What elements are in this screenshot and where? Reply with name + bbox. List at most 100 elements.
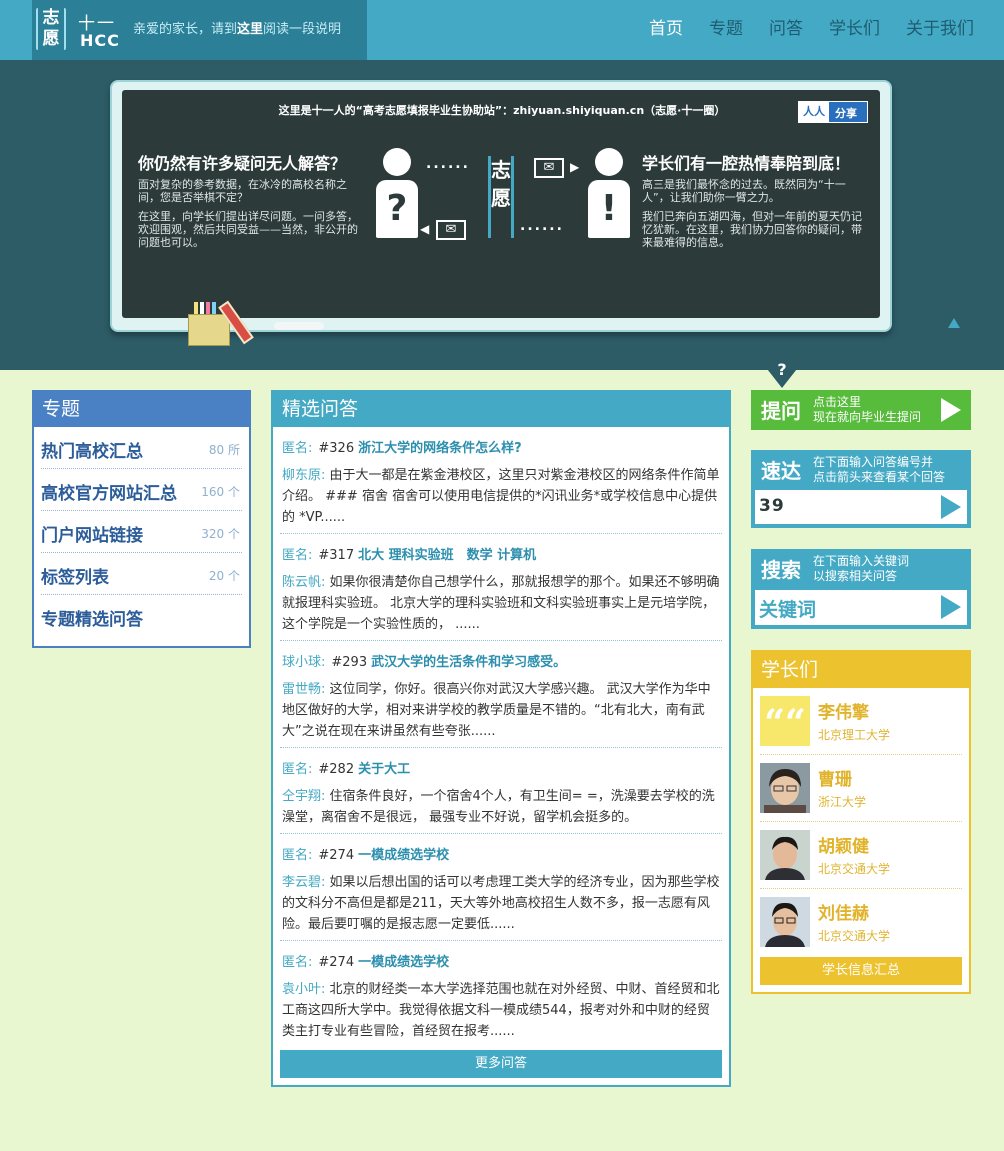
hero-title: 这里是十一人的“高考志愿填报毕业生协助站”：zhiyuan.shiyiquan.… (278, 104, 726, 117)
chalk-icon (212, 302, 216, 314)
notice-link[interactable]: 这里 (237, 22, 263, 37)
topic-label[interactable]: 标签列表 (41, 563, 109, 588)
logo-hcc: HCC (80, 31, 120, 50)
senior-item[interactable]: ““ 李伟擎 北京理工大学 (760, 688, 962, 755)
nav-qa[interactable]: 问答 (769, 0, 803, 60)
scroll-up-icon[interactable] (948, 318, 960, 328)
qa-question-link[interactable]: 关于大工 (358, 762, 410, 777)
play-arrow-icon[interactable] (941, 595, 961, 619)
qa-asker: 匿名: (282, 762, 313, 777)
senior-item[interactable]: 刘佳赫 北京交通大学 (760, 889, 962, 956)
topic-count: 80 所 (208, 443, 240, 457)
qa-number: #326 (318, 441, 355, 456)
qa-answer-author[interactable]: 柳东原: (282, 468, 325, 483)
topic-item[interactable]: 门户网站链接 320 个 (41, 511, 242, 553)
hero-left-p2: 在这里，向学长们提出详尽问题。一问多答，欢迎围观，然后共同受益——当然，非公开的… (138, 210, 358, 249)
qa-answer-author[interactable]: 雷世畅: (282, 682, 325, 697)
qa-answer-author[interactable]: 李云碧: (282, 875, 325, 890)
senior-school: 北京交通大学 (818, 929, 891, 943)
topic-item[interactable]: 热门高校汇总 80 所 (41, 427, 242, 469)
parent-notice: 亲爱的家长，请到这里阅读一段说明 (120, 0, 367, 60)
nav-topics[interactable]: 专题 (709, 0, 743, 60)
qa-question-link[interactable]: 武汉大学的生活条件和学习感受。 (371, 655, 566, 670)
topic-count: 160 个 (201, 485, 240, 499)
qa-question-link[interactable]: 一模成绩选学校 (358, 955, 449, 970)
avatar (760, 830, 810, 880)
qa-answer: 李云碧: 如果以后想出国的话可以考虑理工类大学的经济专业，因为那些学校的文科分不… (282, 875, 720, 932)
ask-big-label: 提问 (761, 399, 801, 423)
nav-seniors[interactable]: 学长们 (829, 0, 880, 60)
qa-question: 匿名: #317 北大 理科实验班 数学 计算机 (282, 544, 536, 563)
hero-left-heading: 你仍然有许多疑问无人解答？ (138, 154, 347, 173)
qa-asker: 匿名: (282, 955, 313, 970)
ask-question-widget[interactable]: 提问 点击这里 现在就向毕业生提问 (751, 390, 971, 430)
hero-left-p1: 面对复杂的参考数据，在冰冷的高校名称之间，您是否举棋不定？ (138, 178, 347, 204)
qa-answer: 柳东原: 由于大一都是在紫金港校区，这里只对紫金港校区的网络条件作简单介绍。 #… (282, 468, 720, 525)
topic-label[interactable]: 高校官方网站汇总 (41, 479, 177, 504)
qa-answer: 雷世畅: 这位同学，你好。很高兴你对武汉大学感兴趣。 武汉大学作为华中地区做好的… (282, 682, 711, 739)
avatar (760, 897, 810, 947)
asker-figure-icon: ? (376, 148, 418, 238)
qa-asker: 匿名: (282, 848, 313, 863)
senior-name[interactable]: 胡颖健 (818, 832, 869, 857)
blackboard: 这里是十一人的“高考志愿填报毕业生协助站”：zhiyuan.shiyiquan.… (122, 90, 880, 318)
senior-item[interactable]: 曹珊 浙江大学 (760, 755, 962, 822)
nav-about[interactable]: 关于我们 (906, 0, 974, 60)
avatar (760, 763, 810, 813)
share-label: 分享 (835, 107, 857, 120)
senior-name[interactable]: 曹珊 (818, 765, 852, 790)
search-big-label: 搜索 (761, 558, 801, 582)
zy-center-logo: 志愿 (488, 156, 514, 238)
qa-question: 球小球: #293 武汉大学的生活条件和学习感受。 (282, 651, 566, 670)
qa-answer-author[interactable]: 袁小叶: (282, 982, 325, 997)
senior-name[interactable]: 李伟擎 (818, 698, 869, 723)
topic-label[interactable]: 热门高校汇总 (41, 437, 143, 462)
qa-item: 匿名: #282 关于大工 仝宇翔: 住宿条件良好，一个宿舍4个人，有卫生间= =，… (280, 748, 722, 834)
play-arrow-icon[interactable] (941, 495, 961, 519)
quick-jump-widget: 速达 在下面输入问答编号并 点击箭头来查看某个回答 39 (751, 450, 971, 528)
topic-label[interactable]: 门户网站链接 (41, 521, 143, 546)
chalk-icon (194, 302, 198, 314)
qa-number: #282 (318, 762, 355, 777)
qa-asker[interactable]: 球小球: (282, 655, 325, 670)
qa-asker: 匿名: (282, 441, 313, 456)
keyword-placeholder: 关键词 (759, 599, 817, 621)
senior-name[interactable]: 刘佳赫 (818, 899, 869, 924)
topic-item[interactable]: 专题精选问答 (41, 595, 242, 637)
site-logo[interactable]: 志愿 十一 HCC (32, 0, 120, 60)
topic-label[interactable]: 专题精选问答 (41, 605, 143, 630)
qa-question-link[interactable]: 浙江大学的网络条件怎么样? (358, 441, 522, 456)
question-number-input[interactable]: 39 (755, 490, 967, 524)
qa-number: #293 (331, 655, 368, 670)
quick-big-label: 速达 (761, 459, 801, 483)
qa-answer-author[interactable]: 仝宇翔: (282, 789, 325, 804)
topic-item[interactable]: 高校官方网站汇总 160 个 (41, 469, 242, 511)
play-arrow-icon[interactable] (941, 398, 961, 422)
ask-hint: 点击这里 现在就向毕业生提问 (813, 395, 922, 424)
envelope-icon: ✉ (436, 220, 466, 240)
share-button[interactable]: 人人 分享 (798, 101, 868, 123)
qa-question: 匿名: #274 一模成绩选学校 (282, 951, 449, 970)
qa-item: 匿名: #274 一模成绩选学校 李云碧: 如果以后想出国的话可以考虑理工类大学的经… (280, 834, 722, 941)
senior-item[interactable]: 胡颖健 北京交通大学 (760, 822, 962, 889)
dots-bottom: ...... (520, 218, 564, 234)
senior-figure-icon: ! (588, 148, 630, 238)
seniors-panel: 学长们 ““ 李伟擎 北京理工大学 曹珊 浙江大学 胡颖健 北京交通大学 刘佳赫… (751, 650, 971, 994)
more-qa-button[interactable]: 更多问答 (280, 1050, 722, 1078)
qa-question-link[interactable]: 一模成绩选学校 (358, 848, 449, 863)
seniors-summary-button[interactable]: 学长信息汇总 (760, 957, 962, 985)
chalk-icon (206, 302, 210, 314)
keyword-input[interactable]: 关键词 (755, 590, 967, 625)
qa-answer-author[interactable]: 陈云帆: (282, 575, 325, 590)
question-number-value: 39 (759, 496, 785, 516)
nav-home[interactable]: 首页 (649, 0, 683, 60)
chalk-stick-icon (274, 322, 324, 330)
logo-zy: 志愿 (42, 8, 60, 49)
topic-count: 20 个 (208, 569, 240, 583)
topic-item[interactable]: 标签列表 20 个 (41, 553, 242, 595)
search-widget: 搜索 在下面输入关键词 以搜索相关问答 关键词 (751, 549, 971, 629)
qa-question-link[interactable]: 北大 理科实验班 数学 计算机 (358, 548, 536, 563)
hero-right-heading: 学长们有一腔热情奉陪到底！ (642, 154, 851, 173)
hero-right-p2: 我们已奔向五湖四海，但对一年前的夏天仍记忆犹新。在这里，我们协力回答你的疑问，带… (642, 210, 862, 249)
qa-item: 球小球: #293 武汉大学的生活条件和学习感受。 雷世畅: 这位同学，你好。很高兴… (280, 641, 722, 748)
